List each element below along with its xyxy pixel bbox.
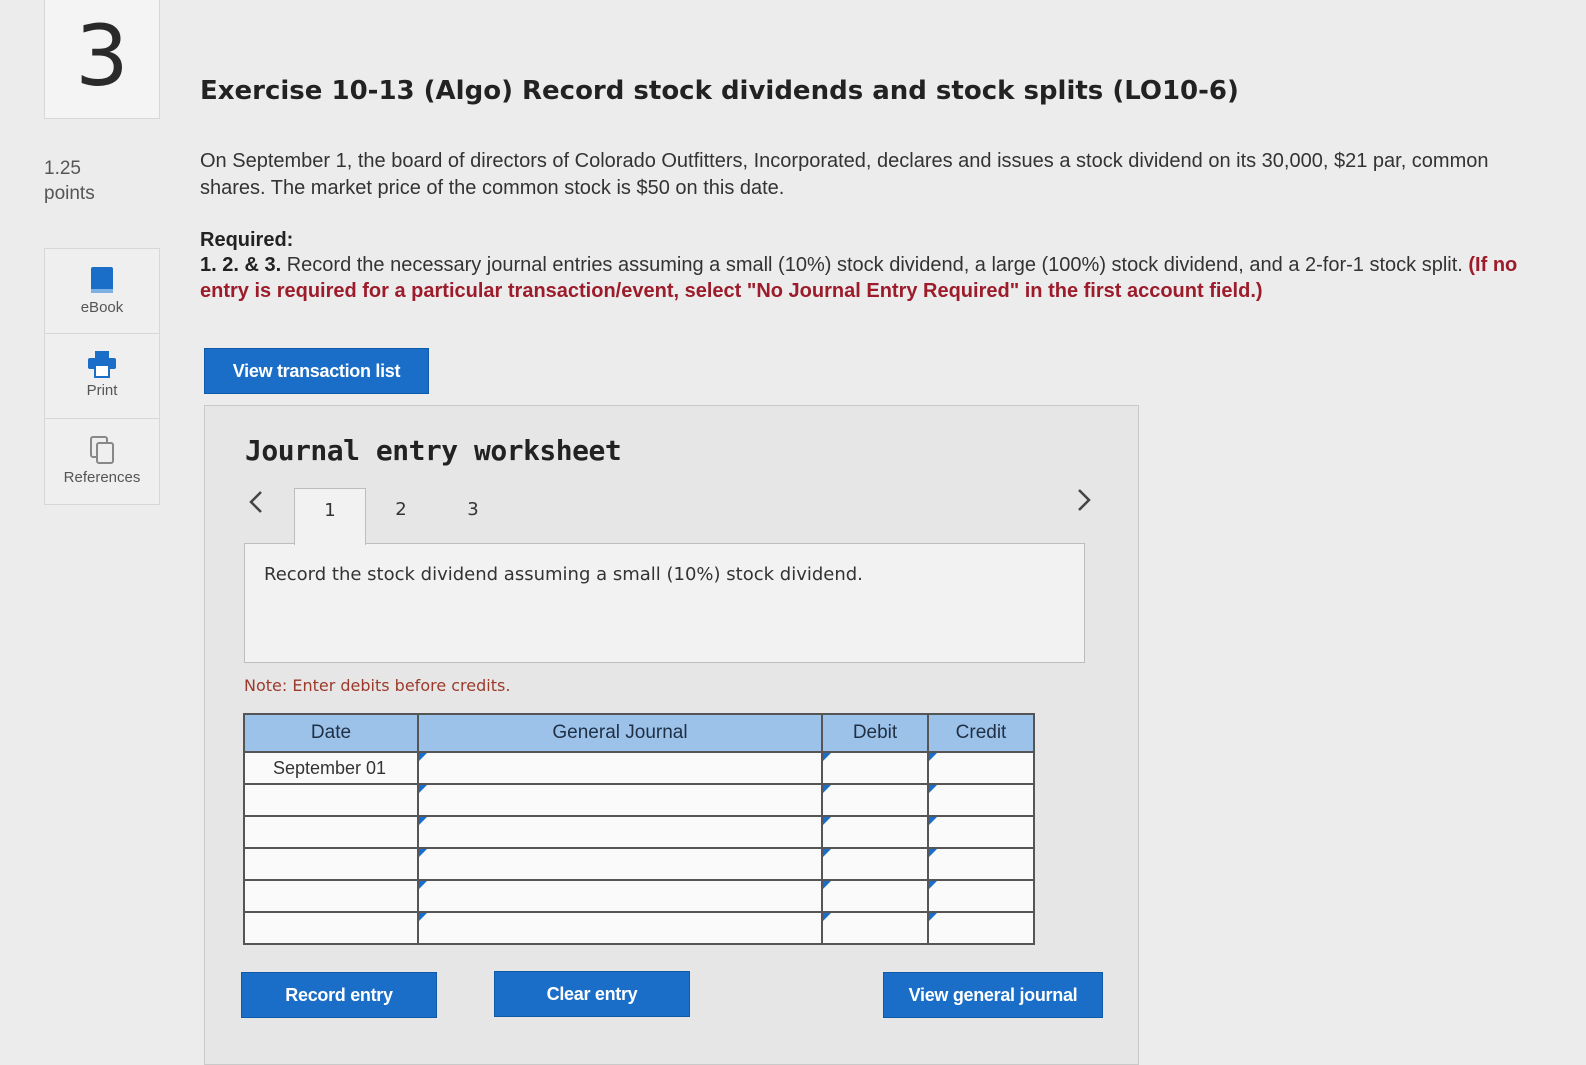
table-row — [243, 847, 1035, 881]
header-date: Date — [243, 713, 419, 753]
required-description: Record the necessary journal entries ass… — [281, 254, 1469, 276]
dropdown-flag-icon — [929, 817, 937, 825]
dropdown-flag-icon — [929, 785, 937, 793]
account-field[interactable] — [417, 783, 823, 817]
header-debit: Debit — [821, 713, 929, 753]
tab-3[interactable]: 3 — [438, 488, 508, 544]
dropdown-flag-icon — [823, 881, 831, 889]
copy-icon — [90, 436, 114, 464]
dropdown-flag-icon — [929, 881, 937, 889]
account-field[interactable] — [417, 751, 823, 785]
account-field[interactable] — [417, 847, 823, 881]
debit-field[interactable] — [821, 879, 929, 913]
side-tools: eBook Print References — [44, 248, 160, 505]
prev-chevron-icon[interactable] — [247, 489, 265, 523]
table-row: September 01 — [243, 751, 1035, 785]
table-row — [243, 879, 1035, 913]
dropdown-flag-icon — [419, 785, 427, 793]
view-general-journal-button[interactable]: View general journal — [883, 972, 1103, 1018]
credit-field[interactable] — [927, 783, 1035, 817]
dropdown-flag-icon — [823, 817, 831, 825]
table-row — [243, 815, 1035, 849]
ebook-label: eBook — [80, 299, 124, 316]
required-label: Required: — [200, 229, 294, 251]
dropdown-flag-icon — [823, 913, 831, 921]
credit-field[interactable] — [927, 815, 1035, 849]
exercise-intro: On September 1, the board of directors o… — [200, 150, 1489, 199]
credit-field[interactable] — [927, 911, 1035, 945]
print-label: Print — [86, 382, 118, 399]
debit-field[interactable] — [821, 847, 929, 881]
date-cell: September 01 — [243, 751, 419, 785]
journal-table: Date General Journal Debit Credit Septem… — [243, 713, 1035, 945]
exercise-title: Exercise 10-13 (Algo) Record stock divid… — [200, 76, 1239, 106]
account-field[interactable] — [417, 815, 823, 849]
dropdown-flag-icon — [823, 785, 831, 793]
credit-field[interactable] — [927, 879, 1035, 913]
dropdown-flag-icon — [929, 849, 937, 857]
date-cell — [243, 783, 419, 817]
ebook-button[interactable]: eBook — [45, 249, 159, 334]
dropdown-flag-icon — [419, 913, 427, 921]
points-label: points — [44, 183, 95, 204]
points-display: 1.25 points — [44, 156, 95, 206]
instruction-box — [244, 543, 1085, 663]
table-row — [243, 911, 1035, 945]
debit-field[interactable] — [821, 751, 929, 785]
account-field[interactable] — [417, 879, 823, 913]
view-transaction-list-button[interactable]: View transaction list — [204, 348, 429, 394]
date-cell — [243, 879, 419, 913]
print-button[interactable]: Print — [45, 334, 159, 419]
points-value: 1.25 — [44, 158, 81, 179]
book-icon — [91, 267, 113, 293]
required-text: 1. 2. & 3. Record the necessary journal … — [200, 252, 1540, 304]
references-label: References — [63, 469, 141, 486]
dropdown-flag-icon — [929, 753, 937, 761]
date-cell — [243, 911, 419, 945]
references-button[interactable]: References — [45, 419, 159, 504]
entry-note: Note: Enter debits before credits. — [244, 676, 511, 695]
debit-field[interactable] — [821, 815, 929, 849]
header-credit: Credit — [927, 713, 1035, 753]
dropdown-flag-icon — [929, 913, 937, 921]
next-chevron-icon[interactable] — [1075, 487, 1093, 521]
record-entry-button[interactable]: Record entry — [241, 972, 437, 1018]
account-field[interactable] — [417, 911, 823, 945]
credit-field[interactable] — [927, 847, 1035, 881]
dropdown-flag-icon — [419, 817, 427, 825]
credit-field[interactable] — [927, 751, 1035, 785]
dropdown-flag-icon — [419, 881, 427, 889]
dropdown-flag-icon — [419, 849, 427, 857]
journal-header-row: Date General Journal Debit Credit — [243, 713, 1035, 753]
instruction-text: Record the stock dividend assuming a sma… — [264, 564, 863, 585]
debit-field[interactable] — [821, 783, 929, 817]
tab-1[interactable]: 1 — [294, 488, 366, 545]
header-general-journal: General Journal — [417, 713, 823, 753]
dropdown-flag-icon — [823, 849, 831, 857]
date-cell — [243, 847, 419, 881]
clear-entry-button[interactable]: Clear entry — [494, 971, 690, 1017]
table-row — [243, 783, 1035, 817]
date-cell — [243, 815, 419, 849]
debit-field[interactable] — [821, 911, 929, 945]
required-number: 1. 2. & 3. — [200, 254, 282, 276]
worksheet-title: Journal entry worksheet — [245, 434, 622, 467]
tab-2[interactable]: 2 — [366, 488, 436, 544]
question-number: 3 — [44, 0, 160, 119]
dropdown-flag-icon — [419, 753, 427, 761]
printer-icon — [88, 351, 116, 378]
dropdown-flag-icon — [823, 753, 831, 761]
